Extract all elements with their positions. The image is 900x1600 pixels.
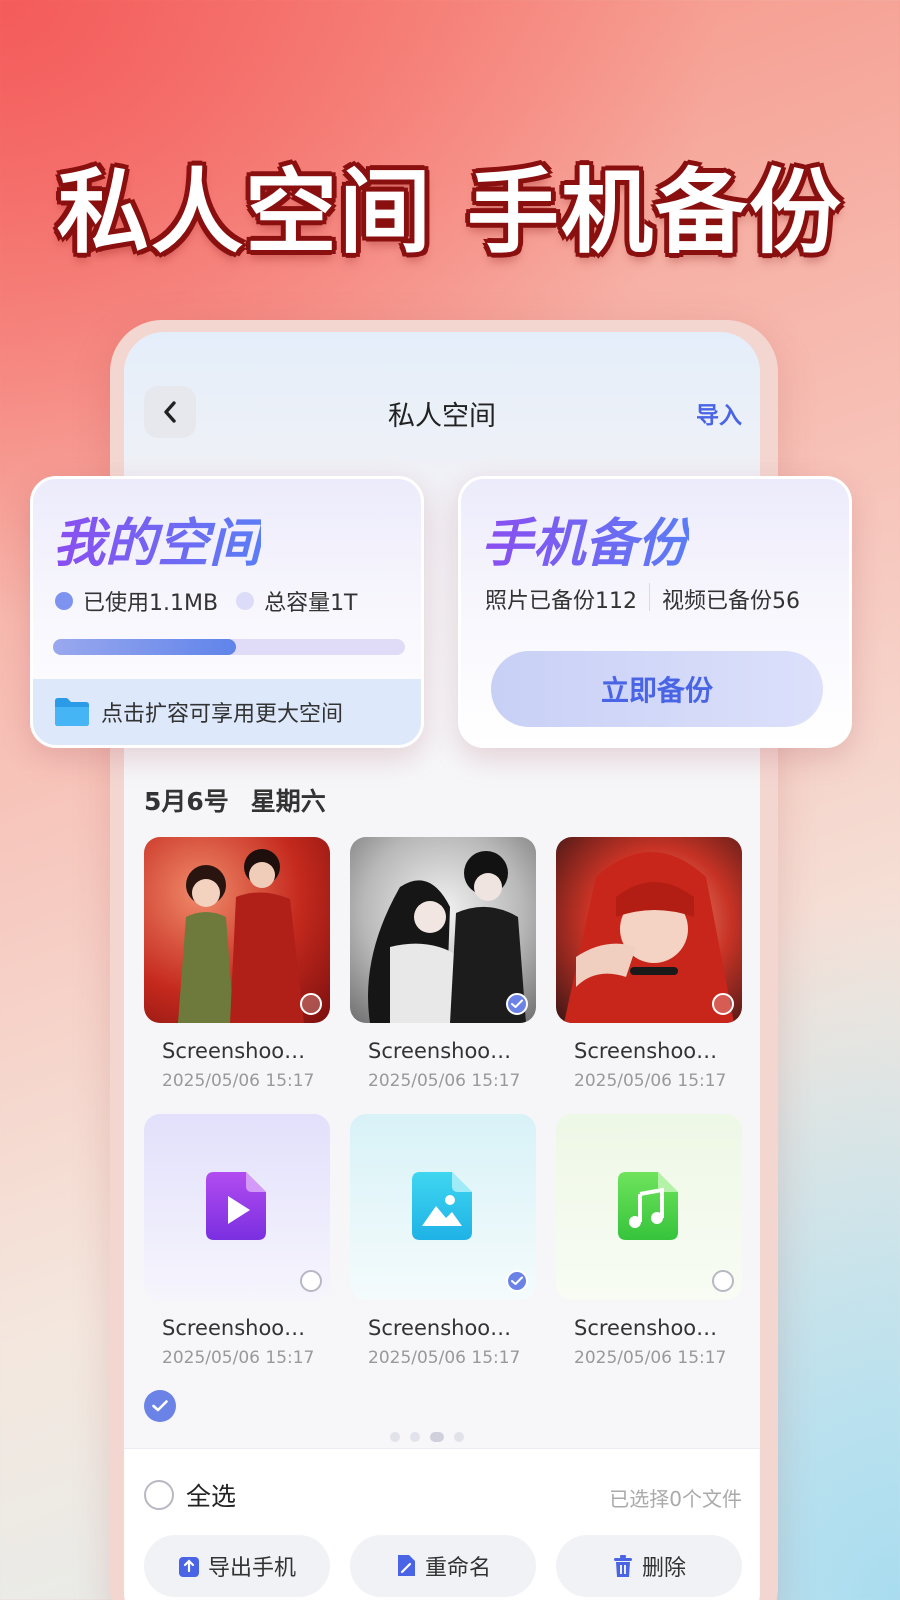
file-name: Screenshoo… bbox=[368, 1039, 512, 1063]
file-date: 2025/05/06 15:17 bbox=[162, 1071, 315, 1091]
videos-backed-up: 视频已备份56 bbox=[662, 589, 800, 614]
file-name: Screenshoo… bbox=[162, 1039, 306, 1063]
photo-thumbnail bbox=[556, 837, 742, 1023]
file-date: 2025/05/06 15:17 bbox=[162, 1348, 315, 1368]
page-title: 私人空间 bbox=[388, 401, 496, 432]
checkmark-icon bbox=[511, 999, 523, 1008]
import-button[interactable]: 导入 bbox=[696, 396, 742, 430]
file-tile[interactable]: Screenshoo… 2025/05/06 15:17 bbox=[144, 837, 330, 1091]
select-all-label: 全选 bbox=[186, 1482, 237, 1511]
rename-icon bbox=[397, 1555, 415, 1576]
export-icon bbox=[178, 1557, 199, 1577]
photos-backed-up: 照片已备份112 bbox=[485, 589, 637, 614]
used-storage: 已使用1.1MB bbox=[83, 591, 219, 616]
file-date: 2025/05/06 15:17 bbox=[368, 1071, 521, 1091]
export-button[interactable]: 导出手机 bbox=[144, 1535, 330, 1597]
select-checkbox[interactable] bbox=[712, 1270, 734, 1292]
delete-button[interactable]: 删除 bbox=[556, 1535, 742, 1597]
illustration-thumbnail bbox=[368, 851, 526, 1023]
select-checkbox[interactable] bbox=[506, 1270, 528, 1292]
file-name: Screenshoo… bbox=[368, 1316, 512, 1340]
total-legend-dot bbox=[236, 592, 255, 610]
file-tile[interactable]: Screenshoo… 2025/05/06 15:17 bbox=[350, 837, 536, 1091]
phone-backup-card[interactable]: 手机备份 照片已备份112 视频已备份56 立即备份 bbox=[458, 476, 852, 748]
file-date: 2025/05/06 15:17 bbox=[368, 1348, 521, 1368]
music-file-icon bbox=[618, 1172, 678, 1240]
file-date: 2025/05/06 15:17 bbox=[574, 1348, 727, 1368]
checkmark-icon bbox=[511, 1276, 523, 1285]
select-checkbox[interactable] bbox=[506, 993, 528, 1015]
file-thumbnail bbox=[350, 1114, 536, 1300]
expand-storage-label: 点击扩容可享用更大空间 bbox=[101, 702, 344, 727]
image-file-icon bbox=[412, 1172, 472, 1240]
rename-button[interactable]: 重命名 bbox=[350, 1535, 536, 1597]
video-file-icon bbox=[206, 1172, 266, 1240]
delete-label: 删除 bbox=[641, 1556, 686, 1581]
file-tile[interactable]: Screenshoo… 2025/05/06 15:17 bbox=[556, 1114, 742, 1368]
file-thumbnail bbox=[556, 1114, 742, 1300]
total-storage: 总容量1T bbox=[264, 591, 358, 616]
page-indicator bbox=[390, 1432, 464, 1442]
rename-label: 重命名 bbox=[424, 1556, 491, 1581]
action-buttons: 导出手机 重命名 删除 bbox=[144, 1535, 742, 1597]
select-checkbox[interactable] bbox=[300, 1270, 322, 1292]
used-legend-dot bbox=[55, 592, 73, 610]
folder-icon bbox=[55, 698, 89, 726]
section-weekday: 星期六 bbox=[250, 787, 326, 816]
phone-backup-title: 手机备份 bbox=[481, 501, 689, 576]
select-all-checkbox[interactable]: 全选 bbox=[144, 1477, 236, 1513]
illustration-thumbnail bbox=[178, 849, 304, 1023]
page-dot bbox=[390, 1432, 400, 1442]
select-checkbox[interactable] bbox=[300, 993, 322, 1015]
file-tile[interactable]: Screenshoo… 2025/05/06 15:17 bbox=[350, 1114, 536, 1368]
selection-toolbar: 全选 已选择0个文件 导出手机 重命名 删除 bbox=[124, 1448, 760, 1600]
select-checkbox[interactable] bbox=[712, 993, 734, 1015]
selected-count: 已选择0个文件 bbox=[609, 1487, 742, 1511]
promo-headline: 私人空间 手机备份 bbox=[56, 159, 844, 266]
my-space-card[interactable]: 我的空间 已使用1.1MB 总容量1T 点击扩容可享用更大空间 bbox=[30, 476, 424, 748]
trash-icon bbox=[613, 1555, 632, 1577]
backup-stats: 照片已备份112 视频已备份56 bbox=[485, 583, 800, 615]
expand-storage-button[interactable]: 点击扩容可享用更大空间 bbox=[33, 679, 421, 745]
storage-progress-fill bbox=[53, 639, 237, 655]
photo-thumbnail bbox=[144, 837, 330, 1023]
file-name: Screenshoo… bbox=[162, 1316, 306, 1340]
storage-progress-bar bbox=[53, 639, 405, 655]
date-section-header: 5月6号 星期六 bbox=[144, 782, 326, 818]
file-name: Screenshoo… bbox=[574, 1039, 718, 1063]
photo-thumbnail bbox=[350, 837, 536, 1023]
my-space-title: 我的空间 bbox=[53, 501, 261, 576]
backup-now-button[interactable]: 立即备份 bbox=[491, 651, 823, 727]
page-dot bbox=[454, 1432, 464, 1442]
file-tile[interactable]: Screenshoo… 2025/05/06 15:17 bbox=[144, 1114, 330, 1368]
checkmark-icon bbox=[152, 1400, 168, 1412]
section-date: 5月6号 bbox=[144, 787, 229, 816]
file-thumbnail bbox=[144, 1114, 330, 1300]
storage-stats: 已使用1.1MB 总容量1T bbox=[55, 585, 358, 617]
divider bbox=[649, 583, 650, 611]
page-dot-active bbox=[430, 1432, 444, 1442]
radio-circle-icon bbox=[144, 1480, 174, 1510]
page-dot bbox=[410, 1432, 420, 1442]
file-tile[interactable]: Screenshoo… 2025/05/06 15:17 bbox=[556, 837, 742, 1091]
illustration-thumbnail bbox=[564, 852, 734, 1023]
export-label: 导出手机 bbox=[207, 1556, 296, 1581]
selection-mode-toggle[interactable] bbox=[144, 1390, 176, 1422]
file-name: Screenshoo… bbox=[574, 1316, 718, 1340]
file-date: 2025/05/06 15:17 bbox=[574, 1071, 727, 1091]
